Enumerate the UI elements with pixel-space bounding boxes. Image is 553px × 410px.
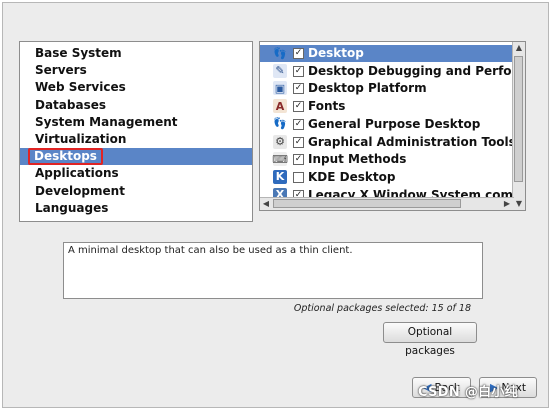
category-item-languages[interactable]: Languages: [20, 200, 252, 217]
scroll-left-icon[interactable]: ◀: [260, 198, 272, 210]
group-label: KDE Desktop: [308, 169, 396, 184]
category-label: Languages: [35, 200, 109, 215]
group-checkbox[interactable]: ✓: [293, 154, 304, 166]
group-label: Desktop Debugging and Performa: [308, 63, 513, 78]
package-group-input-methods[interactable]: ⌨ ✓ Input Methods: [260, 151, 513, 168]
group-label: Input Methods: [308, 152, 407, 167]
optional-packages-count: Optional packages selected: 15 of 18: [293, 303, 471, 314]
package-group-desktop[interactable]: 👣 ✓ Desktop: [260, 45, 513, 62]
category-label: Databases: [35, 97, 107, 112]
category-item-desktops[interactable]: Desktops: [20, 148, 252, 166]
package-group-desktop-debugging-and-performa[interactable]: ✎ ✓ Desktop Debugging and Performa: [260, 63, 513, 80]
category-label: Applications: [35, 166, 119, 181]
group-checkbox[interactable]: ✓: [293, 136, 304, 148]
scroll-down-icon[interactable]: ▼: [513, 198, 525, 210]
group-checkbox[interactable]: ✓: [293, 118, 304, 130]
package-group-list[interactable]: ⎚✓Remote Desktop ClientsX✓Legacy X Windo…: [259, 41, 526, 211]
group-checkbox[interactable]: ✓: [293, 48, 304, 59]
group-checkbox[interactable]: [293, 171, 304, 183]
platform-icon: ▣: [273, 81, 287, 96]
gnome-foot-icon: 👣: [273, 46, 287, 60]
category-label: Web Services: [35, 80, 126, 95]
category-label: Desktops: [28, 148, 103, 166]
category-label: Base System: [35, 46, 122, 60]
package-group-kde-desktop[interactable]: K KDE Desktop: [260, 169, 513, 186]
vertical-scrollbar[interactable]: ▲ ▼: [512, 42, 525, 210]
group-description: A minimal desktop that can also be used …: [63, 242, 483, 299]
package-group-desktop-platform[interactable]: ▣ ✓ Desktop Platform: [260, 80, 513, 97]
group-checkbox[interactable]: ✓: [293, 65, 304, 77]
keyboard-icon: ⌨: [272, 152, 288, 167]
kde-icon: K: [273, 169, 287, 184]
group-checkbox[interactable]: ✓: [293, 101, 304, 113]
group-label: Fonts: [308, 99, 346, 114]
category-label: System Management: [35, 114, 178, 129]
category-item-base-system[interactable]: Base System: [20, 45, 252, 62]
group-checkbox[interactable]: ✓: [293, 83, 304, 95]
gnome-foot-icon: 👣: [273, 117, 287, 131]
horizontal-scrollbar[interactable]: ◀ ▶: [260, 197, 514, 210]
package-group-fonts[interactable]: A ✓ Fonts: [260, 98, 513, 115]
category-label: Development: [35, 183, 125, 198]
back-arrow-icon: ◀: [423, 381, 432, 394]
horizontal-scroll-thumb[interactable]: [273, 199, 461, 208]
next-label: Next: [501, 382, 526, 394]
category-item-databases[interactable]: Databases: [20, 97, 252, 114]
admin-icon: ⚙: [273, 134, 287, 149]
category-item-web-services[interactable]: Web Services: [20, 79, 252, 96]
scroll-right-icon[interactable]: ▶: [501, 198, 513, 210]
category-label: Virtualization: [35, 132, 127, 146]
back-button[interactable]: ◀ Back: [412, 377, 471, 398]
group-label: Desktop: [308, 46, 364, 60]
category-item-virtualization[interactable]: Virtualization: [20, 131, 252, 148]
group-label: General Purpose Desktop: [308, 116, 481, 131]
category-item-system-management[interactable]: System Management: [20, 114, 252, 131]
back-label: Back: [434, 382, 460, 394]
category-item-development[interactable]: Development: [20, 183, 252, 200]
package-group-general-purpose-desktop[interactable]: 👣 ✓ General Purpose Desktop: [260, 116, 513, 133]
package-group-graphical-administration-tools[interactable]: ⚙ ✓ Graphical Administration Tools: [260, 134, 513, 151]
category-label: Servers: [35, 63, 87, 78]
tools-icon: ✎: [273, 63, 287, 78]
group-label: Desktop Platform: [308, 81, 427, 96]
optional-packages-button[interactable]: Optional packages: [383, 322, 477, 357]
category-list[interactable]: Base System Servers Web Services Databases S…: [19, 41, 253, 222]
category-item-applications[interactable]: Applications: [20, 165, 252, 182]
next-arrow-icon: ▶: [490, 381, 499, 394]
next-button[interactable]: ▶ Next: [479, 377, 537, 398]
group-label: Graphical Administration Tools: [308, 134, 513, 149]
category-item-servers[interactable]: Servers: [20, 62, 252, 79]
scroll-up-icon[interactable]: ▲: [513, 42, 525, 54]
font-icon: A: [273, 99, 287, 114]
vertical-scroll-thumb[interactable]: [514, 56, 523, 182]
